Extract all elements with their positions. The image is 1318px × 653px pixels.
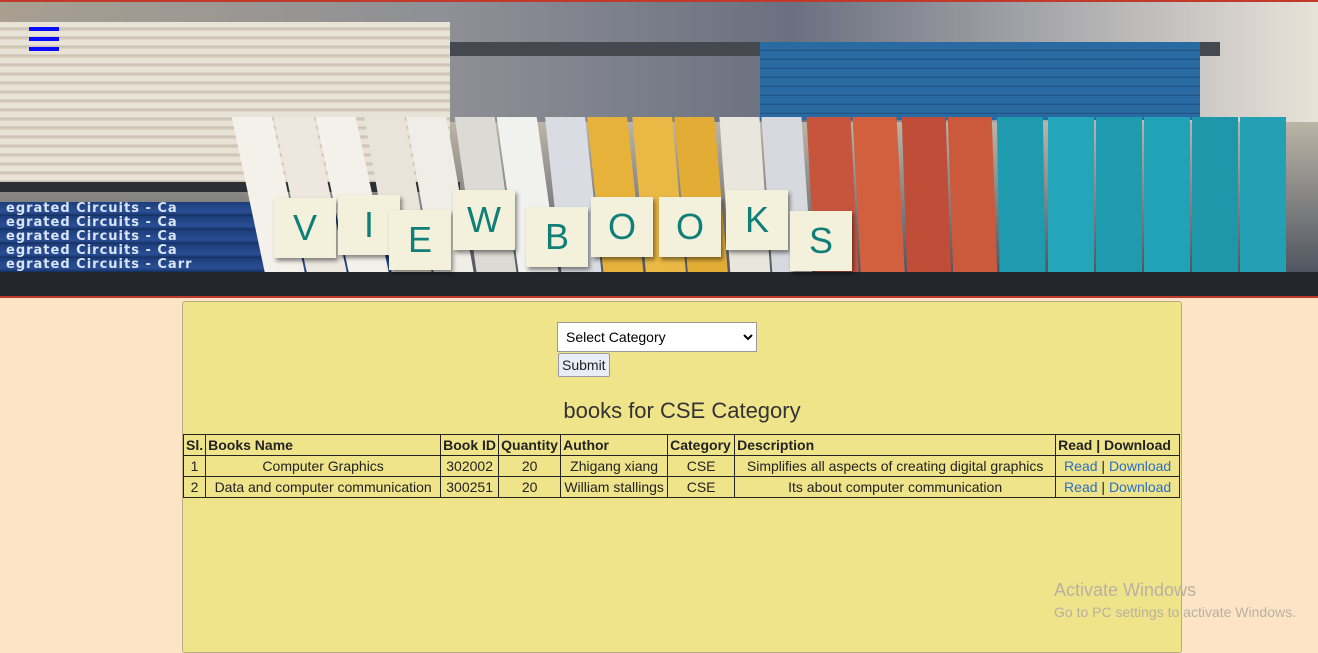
cell-actions: Read | Download [1055, 455, 1181, 477]
cell-sl: 1 [182, 455, 207, 477]
title-letter-tile: E [389, 210, 451, 270]
submit-button[interactable]: Submit [558, 353, 610, 377]
cell-description: Simplifies all aspects of creating digit… [734, 455, 1057, 477]
column-header: Book ID [440, 434, 500, 456]
cell-category: CSE [667, 455, 736, 477]
cell-quantity: 20 [498, 476, 562, 498]
title-letter-tile: V [274, 198, 336, 258]
table-header-row: Sl. Books Name Book ID Quantity Author C… [182, 434, 1181, 456]
header-banner: egrated Circuits - Ca egrated Circuits -… [0, 0, 1318, 298]
read-link[interactable]: Read [1064, 458, 1097, 474]
cell-book-id: 302002 [440, 455, 500, 477]
column-header: Quantity [498, 434, 562, 456]
windows-activation-watermark: Activate Windows Go to PC settings to ac… [1054, 580, 1296, 620]
cell-author: Zhigang xiang [560, 455, 669, 477]
hamburger-menu-icon[interactable] [29, 27, 59, 51]
column-header: Books Name [205, 434, 442, 456]
column-header: Read | Download [1055, 434, 1181, 456]
download-link[interactable]: Download [1109, 479, 1171, 495]
watermark-subtitle: Go to PC settings to activate Windows. [1054, 604, 1296, 620]
download-link[interactable]: Download [1109, 458, 1171, 474]
title-letter-tile: W [453, 190, 515, 250]
column-header: Description [734, 434, 1057, 456]
cell-description: Its about computer communication [734, 476, 1057, 498]
table-row: 1 Computer Graphics 302002 20 Zhigang xi… [182, 455, 1181, 477]
watermark-title: Activate Windows [1054, 580, 1197, 600]
books-panel: Select Category Submit books for CSE Cat… [182, 301, 1182, 653]
category-select[interactable]: Select Category [557, 322, 757, 352]
cell-book-name: Computer Graphics [205, 455, 442, 477]
read-link[interactable]: Read [1064, 479, 1097, 495]
title-letter-tile: O [591, 197, 653, 257]
books-table: Sl. Books Name Book ID Quantity Author C… [182, 434, 1181, 498]
shelf-floor [0, 272, 1318, 296]
cell-category: CSE [667, 476, 736, 498]
cell-book-name: Data and computer communication [205, 476, 442, 498]
table-row: 2 Data and computer communication 300251… [182, 476, 1181, 498]
cell-book-id: 300251 [440, 476, 500, 498]
results-title: books for CSE Category [563, 398, 801, 423]
cell-sl: 2 [182, 476, 207, 498]
column-header: Category [667, 434, 736, 456]
title-letter-tile: K [726, 190, 788, 250]
separator: | [1101, 479, 1106, 495]
title-letter-tile: B [526, 207, 588, 267]
title-letter-tile: O [659, 197, 721, 257]
column-header: Sl. [182, 434, 207, 456]
book-stack-image [760, 42, 1200, 120]
column-header: Author [560, 434, 669, 456]
cell-author: William stallings [560, 476, 669, 498]
separator: | [1101, 458, 1106, 474]
cell-actions: Read | Download [1055, 476, 1181, 498]
cell-quantity: 20 [498, 455, 562, 477]
title-letter-tile: S [790, 211, 852, 271]
